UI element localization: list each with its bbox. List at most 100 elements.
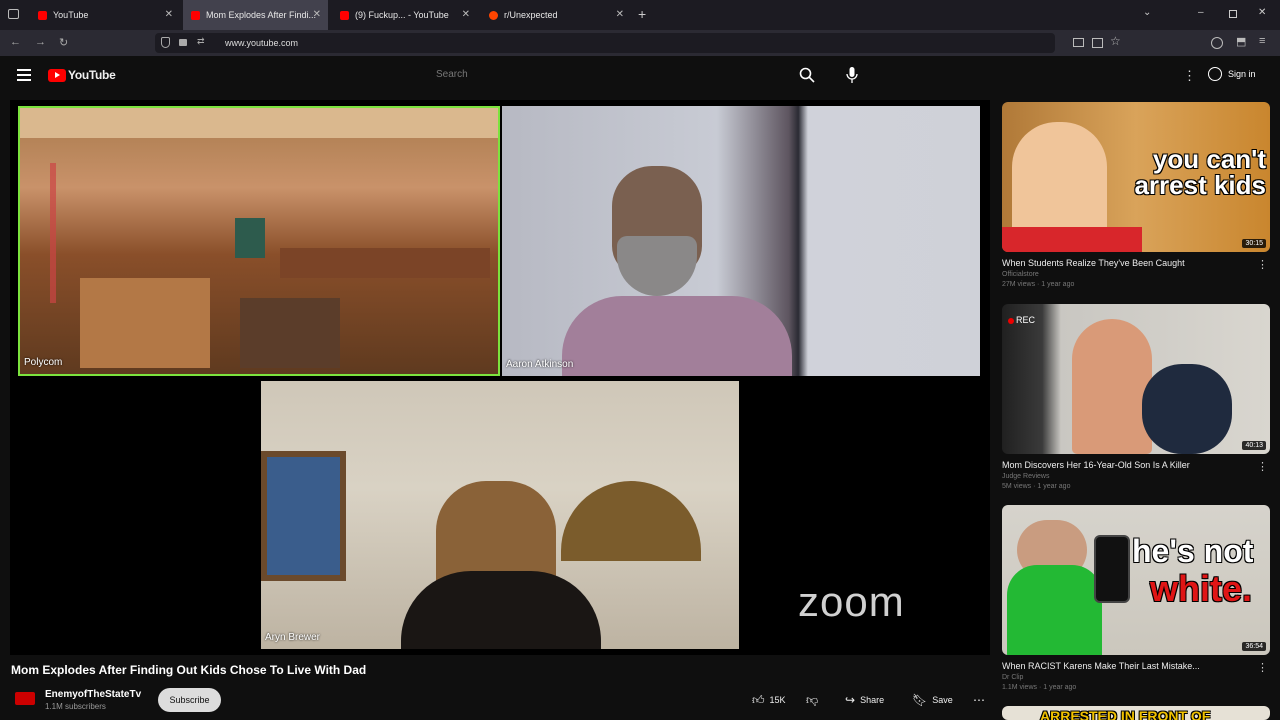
browser-tab-bar: YouTube ✕ Mom Explodes After Findi... ✕ … (0, 0, 1280, 30)
share-icon: ↪ (845, 693, 856, 707)
video-thumbnail[interactable]: you can't arrest kids 30:15 (1002, 102, 1270, 252)
tab-youtube[interactable]: YouTube ✕ (30, 0, 180, 30)
close-tab-icon[interactable]: ✕ (462, 9, 470, 20)
recommended-meta: 27M views · 1 year ago (1002, 281, 1075, 288)
microphone-icon[interactable] (846, 66, 858, 84)
thumbnail-overlay-text: he's not (1132, 533, 1254, 569)
browser-toolbar: ← → ↻ ⇄ www.youtube.com ☆ ⬒ ≡ (0, 30, 1280, 56)
account-icon[interactable] (1211, 37, 1223, 49)
forward-icon[interactable]: → (35, 36, 46, 48)
recommended-video[interactable]: he's not white. 36:54 When RACIST Karens… (1002, 505, 1270, 691)
video-thumbnail[interactable]: he's not white. 36:54 (1002, 505, 1270, 655)
youtube-favicon-icon (340, 10, 349, 20)
tab-overflow-icon[interactable]: ⌄ (1143, 7, 1151, 18)
thumbnail-overlay-text: ARRESTED IN FRONT OF (1040, 708, 1211, 720)
recommended-title: Mom Discovers Her 16-Year-Old Son Is A K… (1002, 460, 1190, 470)
participant-name: Aryn Brewer (265, 632, 321, 643)
back-icon[interactable]: ← (10, 36, 21, 48)
logo-text: YouTube (68, 68, 116, 82)
like-count: 15K (769, 695, 786, 705)
tab-current-video[interactable]: Mom Explodes After Findi... ✕ (183, 0, 328, 30)
channel-avatar[interactable] (15, 692, 35, 705)
reload-icon[interactable]: ↻ (59, 36, 68, 49)
more-options-icon[interactable]: ⋮ (1257, 460, 1268, 473)
recommended-channel: Officialstore (1002, 271, 1039, 278)
like-button[interactable]: 👍︎ 15K (752, 690, 786, 710)
save-label: Save (932, 695, 953, 705)
youtube-favicon-icon (38, 10, 47, 20)
recommended-meta: 1.1M views · 1 year ago (1002, 684, 1077, 691)
close-window-icon[interactable]: ✕ (1258, 7, 1266, 18)
participant-name: Polycom (24, 357, 63, 368)
sign-in-button[interactable]: Sign in (1208, 67, 1256, 81)
channel-name[interactable]: EnemyofTheStateTv (45, 689, 141, 700)
reader-view-icon[interactable] (1073, 38, 1084, 47)
youtube-play-icon (48, 68, 66, 82)
share-label: Share (860, 695, 885, 705)
tab-list-icon[interactable] (8, 9, 19, 19)
tab-youtube-2[interactable]: (9) Fuckup... - YouTube ✕ (332, 0, 477, 30)
subscriber-count: 1.1M subscribers (45, 702, 106, 711)
participant-name: Aaron Atkinson (506, 359, 574, 370)
dislike-button[interactable]: 👎︎ (806, 690, 823, 710)
reddit-favicon-icon (489, 10, 498, 20)
url-text: www.youtube.com (225, 38, 299, 48)
close-tab-icon[interactable]: ✕ (313, 9, 321, 20)
recommended-channel: Judge Reviews (1002, 473, 1050, 480)
tab-label: (9) Fuckup... - YouTube (355, 10, 449, 20)
star-icon[interactable]: ☆ (1110, 34, 1121, 48)
more-options-icon[interactable]: ⋮ (1257, 258, 1268, 271)
recommended-video[interactable]: REC 40:13 Mom Discovers Her 16-Year-Old … (1002, 304, 1270, 490)
hamburger-menu-icon[interactable] (17, 69, 31, 81)
sign-in-label: Sign in (1228, 69, 1256, 79)
new-tab-icon[interactable]: + (638, 6, 646, 22)
thumbnail-overlay-text: white. (1150, 568, 1253, 609)
video-thumbnail[interactable]: REC 40:13 (1002, 304, 1270, 454)
thumbs-down-icon: 👎︎ (806, 692, 819, 707)
bookmark-page-icon[interactable] (1092, 38, 1103, 48)
share-button[interactable]: ↪ Share (845, 690, 884, 710)
recommended-meta: 5M views · 1 year ago (1002, 483, 1071, 490)
bookmark-icon: 🔖︎ (912, 693, 928, 707)
recommended-video[interactable]: you can't arrest kids 30:15 When Student… (1002, 102, 1270, 288)
rec-dot-icon (1008, 318, 1014, 324)
restore-icon[interactable] (1229, 10, 1237, 18)
tab-reddit[interactable]: r/Unexpected ✕ (481, 0, 631, 30)
more-options-icon[interactable]: ⋮ (1257, 661, 1268, 674)
youtube-header: YouTube Search ⋮ Sign in (0, 56, 1280, 96)
search-input[interactable]: Search (436, 69, 468, 80)
zoom-watermark: zoom (798, 578, 905, 625)
participant-video (562, 166, 792, 376)
subscribe-button[interactable]: Subscribe (158, 688, 221, 712)
participant-video (261, 381, 739, 649)
video-title: Mom Explodes After Finding Out Kids Chos… (11, 663, 367, 677)
more-horizontal-icon: ⋯ (973, 693, 985, 707)
minimize-icon[interactable]: – (1198, 7, 1204, 18)
tab-label: Mom Explodes After Findi... (206, 10, 317, 20)
duration-badge: 40:13 (1242, 441, 1266, 450)
close-tab-icon[interactable]: ✕ (616, 9, 624, 20)
lock-icon[interactable] (179, 39, 187, 46)
video-player[interactable]: Polycom Aaron Atkinson Aryn Brewer zoom (10, 100, 990, 655)
search-icon[interactable] (799, 67, 815, 83)
save-button[interactable]: 🔖︎ Save (912, 690, 953, 710)
close-tab-icon[interactable]: ✕ (165, 9, 173, 20)
video-thumbnail[interactable]: ARRESTED IN FRONT OF (1002, 706, 1270, 720)
recommended-channel: Dr Clip (1002, 674, 1024, 681)
more-actions-button[interactable]: ⋯ (973, 690, 990, 710)
permissions-icon[interactable]: ⇄ (197, 36, 205, 47)
address-bar[interactable]: ⇄ www.youtube.com (155, 33, 1055, 53)
menu-icon[interactable]: ≡ (1259, 35, 1265, 47)
participant-tile: Polycom (18, 106, 500, 376)
extensions-icon[interactable]: ⬒ (1236, 35, 1246, 48)
shield-icon[interactable] (161, 37, 170, 48)
settings-more-icon[interactable]: ⋮ (1183, 68, 1196, 84)
duration-badge: 30:15 (1242, 239, 1266, 248)
recommended-video[interactable]: ARRESTED IN FRONT OF (1002, 706, 1270, 720)
youtube-logo[interactable]: YouTube (48, 68, 116, 82)
tab-label: r/Unexpected (504, 10, 558, 20)
youtube-favicon-icon (191, 10, 200, 20)
participant-tile: Aryn Brewer (261, 381, 739, 649)
thumbs-up-icon: 👍︎ (752, 692, 765, 707)
thumbnail-overlay-text: you can't arrest kids (1134, 144, 1266, 200)
